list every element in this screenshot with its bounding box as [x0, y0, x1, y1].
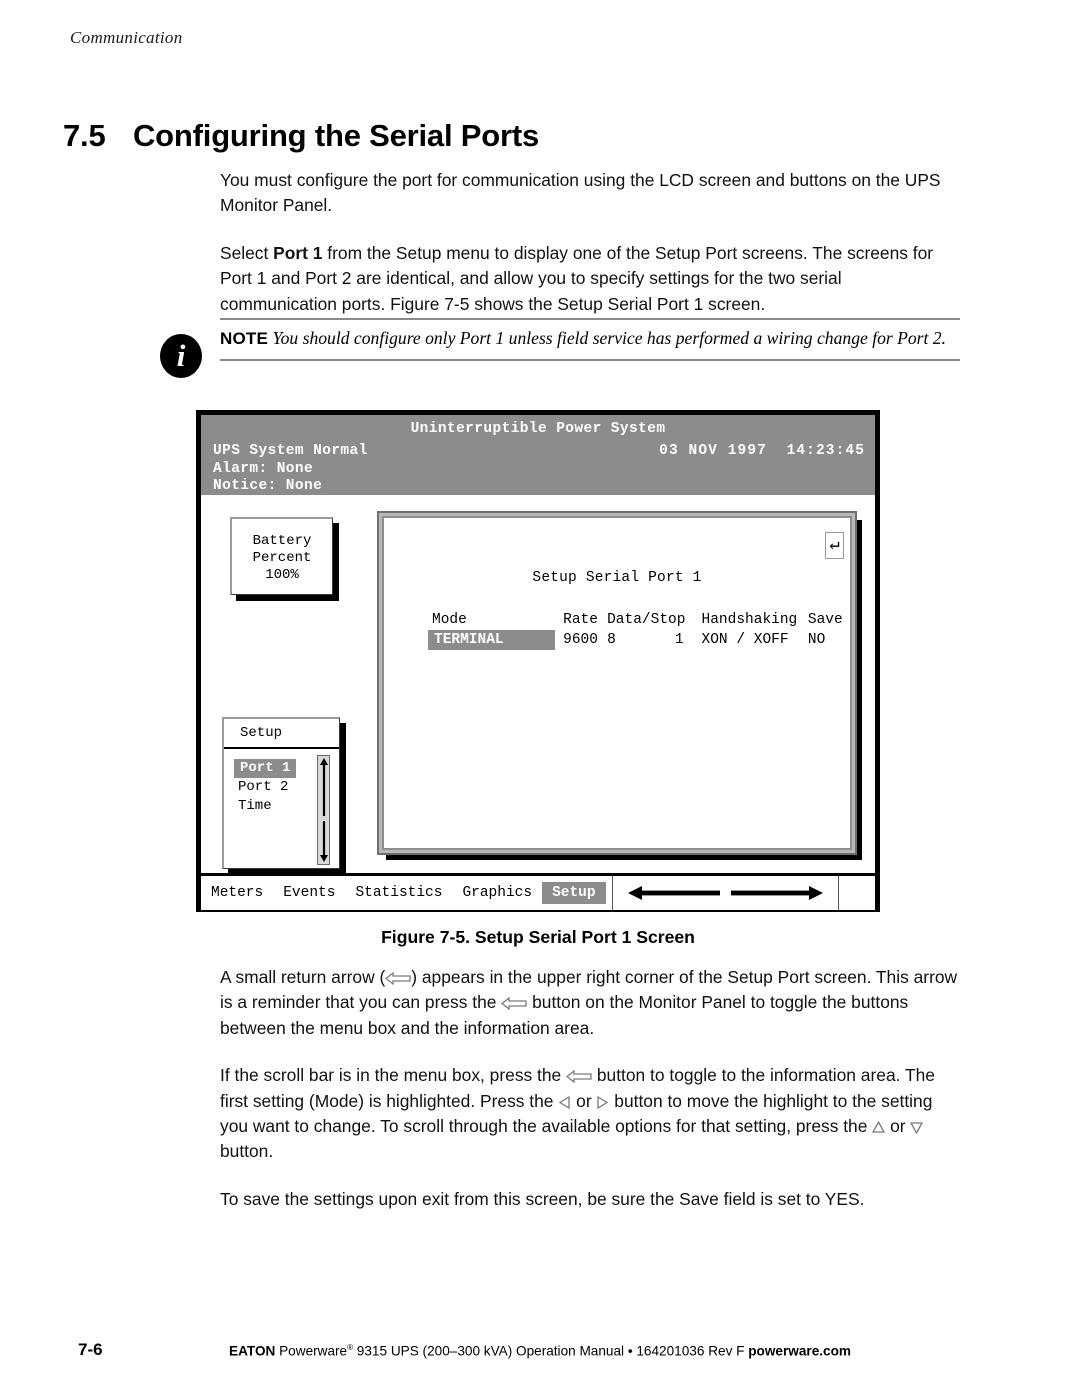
lcd-status-block: UPS System Normal Alarm: None Notice: No…: [213, 443, 368, 496]
setting-handshaking-value[interactable]: XON / XOFF: [702, 630, 808, 650]
setting-rate-value[interactable]: 9600: [563, 630, 607, 650]
return-key-icon-2: [501, 997, 527, 1011]
column-header-data-stop: Data/Stop: [607, 612, 686, 628]
note-message: You should configure only Port 1 unless …: [272, 328, 947, 348]
tab-scroll-arrows: [613, 885, 838, 901]
note-body: NOTE You should configure only Port 1 un…: [220, 318, 960, 361]
column-header-mode: Mode: [432, 612, 467, 628]
setting-mode-value: TERMINAL: [428, 630, 555, 650]
paragraph-2-pre: Select: [220, 242, 274, 263]
vertical-scrollbar[interactable]: [317, 755, 330, 865]
paragraph-2: Select Port 1 from the Setup menu to dis…: [220, 241, 960, 317]
arrow-right-key-icon: [596, 1095, 609, 1109]
return-arrow-icon: ↵: [825, 532, 844, 559]
column-header-handshaking: Handshaking: [701, 612, 798, 628]
note-text: NOTE You should configure only Port 1 un…: [220, 326, 960, 351]
section-number: 7.5: [63, 118, 106, 153]
section-title: Configuring the Serial Ports: [133, 118, 540, 153]
paragraph-2-post: from the Setup menu to display one of th…: [220, 242, 934, 314]
setup-menu-box: Setup Port 1 Port 2 Time: [222, 717, 340, 869]
return-key-icon: [385, 972, 411, 985]
paragraph-3-a: A small return arrow (: [220, 967, 386, 987]
info-area-title: Setup Serial Port 1: [532, 570, 702, 586]
footer-brand: EATON: [229, 1343, 276, 1359]
tab-meters[interactable]: Meters: [201, 882, 273, 904]
lcd-status-line-2: Alarm: None: [213, 460, 314, 477]
manual-page: Communication 7.5 Configuring the Serial …: [0, 0, 1080, 1397]
tab-events[interactable]: Events: [273, 882, 345, 904]
menu-box-title: Setup: [224, 719, 339, 749]
running-head: Communication: [70, 28, 183, 47]
lcd-header-title: Uninterruptible Power System: [410, 421, 666, 437]
paragraph-3: A small return arrow () appears in the u…: [220, 965, 960, 1041]
paragraph-1: You must configure the port for communic…: [220, 170, 941, 216]
menu-item-list: Port 1 Port 2 Time: [224, 749, 339, 865]
setting-data-value[interactable]: 8: [607, 630, 638, 650]
note-label: NOTE: [220, 329, 269, 348]
tab-graphics[interactable]: Graphics: [452, 882, 542, 904]
paragraph-4-c: or: [571, 1090, 597, 1111]
figure-caption: Figure 7-5. Setup Serial Port 1 Screen: [381, 927, 695, 947]
lcd-screen-figure: Uninterruptible Power System UPS System …: [196, 410, 880, 912]
note-block: i NOTE You should configure only Port 1 …: [160, 318, 960, 390]
paragraph-4: If the scroll bar is in the menu box, pr…: [220, 1063, 960, 1165]
battery-percent-box: Battery Percent 100%: [230, 517, 333, 595]
information-area-inner: ↵ Setup Serial Port 1 Mode Rate Data/Sto…: [382, 516, 852, 850]
lcd-time: 14:23:45: [786, 443, 865, 459]
arrow-right-icon[interactable]: [730, 885, 823, 901]
lcd-header: Uninterruptible Power System UPS System …: [201, 415, 875, 495]
battery-label-line-1: Battery: [252, 533, 312, 549]
post-figure-paragraphs: A small return arrow () appears in the u…: [220, 965, 960, 1234]
lcd-tab-bar: Meters Events Statistics Graphics Setup: [201, 873, 875, 910]
paragraph-5: To save the settings upon exit from this…: [220, 1188, 865, 1209]
serial-port-settings-table: Mode Rate Data/Stop Handshaking Save TER…: [428, 610, 850, 650]
paragraph-4-f: button.: [220, 1141, 274, 1162]
tab-setup[interactable]: Setup: [542, 882, 606, 904]
page-title: 7.5 Configuring the Serial Ports: [63, 118, 963, 154]
paragraph-4-e: or: [885, 1116, 911, 1137]
paragraph-4-a: If the scroll bar is in the menu box, pr…: [220, 1065, 567, 1086]
arrow-down-key-icon: [910, 1121, 924, 1135]
footer-manual: 9315 UPS (200–300 kVA) Operation Manual …: [353, 1343, 749, 1359]
menu-item-port-1-label: Port 1: [234, 759, 297, 778]
footer-product: Powerware: [275, 1343, 348, 1359]
arrow-left-key-icon: [558, 1095, 571, 1109]
battery-label-line-2: Percent: [252, 550, 312, 566]
setting-save-value[interactable]: NO: [808, 630, 850, 650]
lcd-status-line-1: UPS System Normal: [213, 443, 368, 459]
setting-mode-cell[interactable]: TERMINAL: [428, 630, 563, 650]
column-header-rate: Rate: [563, 612, 598, 628]
info-icon: i: [160, 334, 202, 378]
paragraph-2-bold: Port 1: [273, 242, 323, 263]
lcd-status-line-3: Notice: None: [213, 478, 323, 494]
setting-stop-value[interactable]: 1: [638, 630, 701, 650]
tab-statistics[interactable]: Statistics: [345, 882, 452, 904]
lcd-datetime: 03 NOV 1997 14:23:45: [659, 443, 865, 459]
table-row: TERMINAL 9600 8 1 XON / XOFF NO: [428, 630, 850, 650]
footer-text: EATON Powerware® 9315 UPS (200–300 kVA) …: [0, 1343, 1080, 1359]
lcd-date: 03 NOV 1997: [659, 443, 767, 459]
battery-value: 100%: [265, 567, 299, 583]
tab-bar-end: [838, 876, 875, 910]
footer-website: powerware.com: [748, 1343, 851, 1359]
arrow-up-key-icon: [872, 1121, 886, 1134]
column-header-save: Save: [807, 612, 843, 628]
table-header-row: Mode Rate Data/Stop Handshaking Save: [432, 610, 850, 630]
arrow-left-icon[interactable]: [627, 885, 720, 901]
information-area: ↵ Setup Serial Port 1 Mode Rate Data/Sto…: [377, 511, 857, 855]
intro-paragraphs: You must configure the port for communic…: [220, 168, 960, 339]
return-key-icon-3: [566, 1070, 592, 1084]
lcd-body: Battery Percent 100% Setup Port 1 Port 2…: [201, 495, 875, 873]
